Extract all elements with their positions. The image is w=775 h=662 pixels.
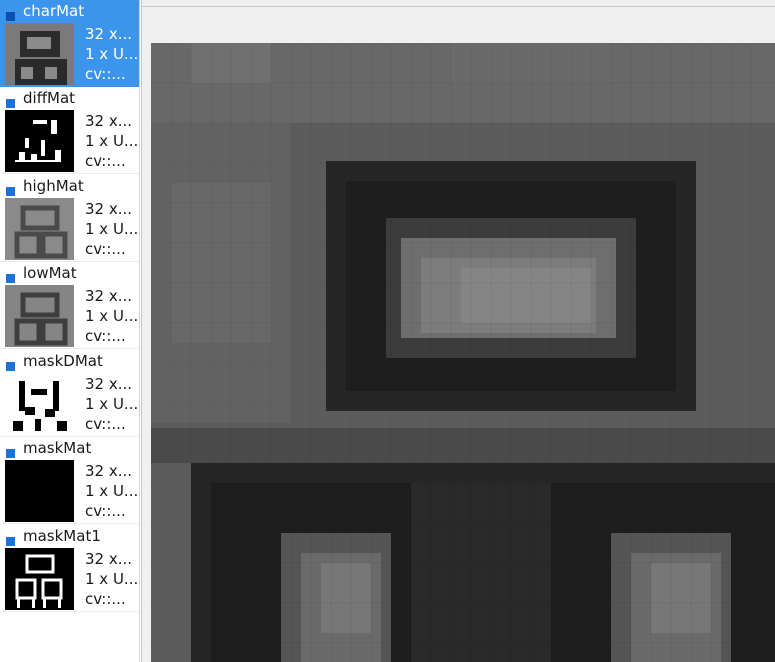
splitter[interactable] <box>141 0 142 662</box>
image-thumbnail <box>5 110 74 172</box>
variable-class: cv::... <box>85 65 126 83</box>
variable-item-highmat[interactable]: highMat 32 x... 1 x U... cv::... <box>0 175 139 262</box>
variable-item-lowmat[interactable]: lowMat 32 x... 1 x U... cv::... <box>0 262 139 349</box>
variable-dims: 32 x... <box>85 200 133 218</box>
variable-class: cv::... <box>85 502 126 520</box>
image-thumbnail <box>5 23 74 85</box>
variable-name: charMat <box>23 2 85 20</box>
variable-type-icon <box>6 99 15 108</box>
variable-type: 1 x U... <box>85 482 139 500</box>
variable-dims: 32 x... <box>85 112 133 130</box>
variable-name: highMat <box>23 177 84 195</box>
variable-item-maskmat1[interactable]: maskMat1 32 x... 1 x U... cv::... <box>0 525 139 612</box>
image-canvas[interactable] <box>151 43 775 662</box>
variable-class: cv::... <box>85 415 126 433</box>
image-thumbnail <box>5 198 74 260</box>
variable-type-icon <box>6 12 15 21</box>
variable-name: maskDMat <box>23 352 103 370</box>
variable-class: cv::... <box>85 327 126 345</box>
variable-dims: 32 x... <box>85 375 133 393</box>
variable-class: cv::... <box>85 152 126 170</box>
variable-name: diffMat <box>23 89 76 107</box>
variable-name: maskMat1 <box>23 527 101 545</box>
variable-item-charmat[interactable]: charMat 32 x... 1 x U... cv::... <box>0 0 139 87</box>
variable-type-icon <box>6 274 15 283</box>
variable-item-diffmat[interactable]: diffMat 32 x... 1 x U... cv::... <box>0 87 139 174</box>
variable-class: cv::... <box>85 240 126 258</box>
variable-type: 1 x U... <box>85 570 139 588</box>
image-thumbnail <box>5 548 74 610</box>
variable-type-icon <box>6 187 15 196</box>
variable-type: 1 x U... <box>85 132 139 150</box>
variable-list: charMat 32 x... 1 x U... cv::... diffMat <box>0 0 140 662</box>
variable-type: 1 x U... <box>85 395 139 413</box>
variable-type-icon <box>6 362 15 371</box>
image-viewer[interactable] <box>141 0 775 662</box>
variable-type: 1 x U... <box>85 220 139 238</box>
image-thumbnail <box>5 285 74 347</box>
variable-type-icon <box>6 537 15 546</box>
image-thumbnail <box>5 373 74 435</box>
variable-dims: 32 x... <box>85 550 133 568</box>
variable-type-icon <box>6 449 15 458</box>
variable-name: maskMat <box>23 439 92 457</box>
image-thumbnail <box>5 460 74 522</box>
variable-dims: 32 x... <box>85 462 133 480</box>
variable-dims: 32 x... <box>85 287 133 305</box>
viewer-border <box>141 6 775 7</box>
variable-item-maskmat[interactable]: maskMat 32 x... 1 x U... cv::... <box>0 437 139 524</box>
variable-dims: 32 x... <box>85 25 133 43</box>
variable-item-maskdmat[interactable]: maskDMat 32 x... 1 x U... cv::... <box>0 350 139 437</box>
variable-type: 1 x U... <box>85 45 139 63</box>
variable-class: cv::... <box>85 590 126 608</box>
variable-name: lowMat <box>23 264 77 282</box>
variable-type: 1 x U... <box>85 307 139 325</box>
